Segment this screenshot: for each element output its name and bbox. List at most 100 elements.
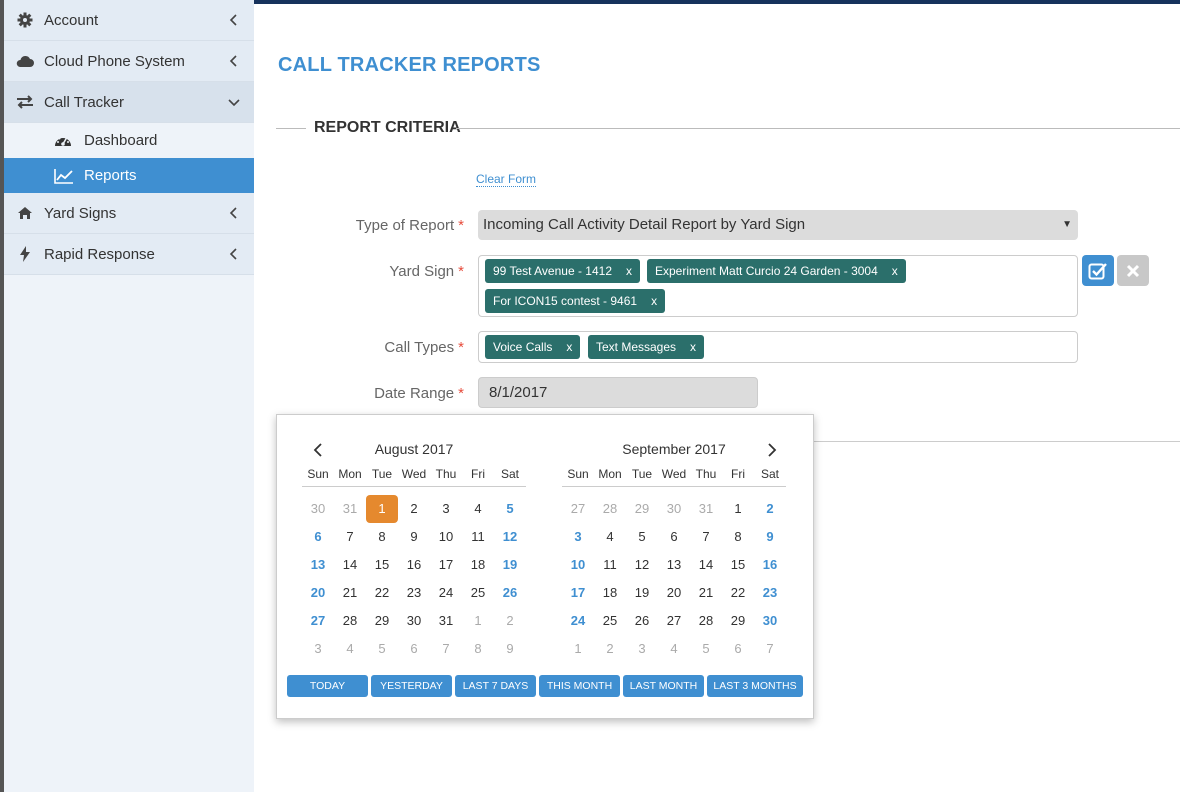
tag-remove-button[interactable]: x [651, 294, 657, 308]
calendar-day[interactable]: 31 [334, 495, 366, 523]
tag-remove-button[interactable]: x [566, 340, 572, 354]
range-today-button[interactable]: TODAY [287, 675, 368, 697]
calendar-day[interactable]: 18 [462, 551, 494, 579]
calendar-day[interactable]: 7 [754, 635, 786, 663]
calendar-day[interactable]: 29 [366, 607, 398, 635]
calendar-day[interactable]: 13 [658, 551, 690, 579]
calendar-day[interactable]: 19 [494, 551, 526, 579]
calendar-day[interactable]: 6 [658, 523, 690, 551]
calendar-day[interactable]: 19 [626, 579, 658, 607]
calendar-day[interactable]: 25 [594, 607, 626, 635]
calendar-day[interactable]: 6 [722, 635, 754, 663]
calendar-day[interactable]: 3 [626, 635, 658, 663]
calendar-day[interactable]: 4 [334, 635, 366, 663]
calendar-day[interactable]: 7 [690, 523, 722, 551]
calendar-day[interactable]: 30 [754, 607, 786, 635]
calendar-day[interactable]: 27 [562, 495, 594, 523]
calendar-day[interactable]: 8 [722, 523, 754, 551]
calendar-day[interactable]: 20 [302, 579, 334, 607]
date-range-input[interactable]: 8/1/2017 [478, 377, 758, 408]
calendar-day[interactable]: 13 [302, 551, 334, 579]
calendar-day[interactable]: 5 [690, 635, 722, 663]
calendar-day[interactable]: 3 [302, 635, 334, 663]
calendar-day[interactable]: 29 [722, 607, 754, 635]
tag-remove-button[interactable]: x [892, 264, 898, 278]
calendar-day[interactable]: 7 [430, 635, 462, 663]
tag-remove-button[interactable]: x [626, 264, 632, 278]
calendar-day[interactable]: 6 [302, 523, 334, 551]
range-yesterday-button[interactable]: YESTERDAY [371, 675, 452, 697]
calendar-day[interactable]: 31 [690, 495, 722, 523]
calendar-day[interactable]: 8 [462, 635, 494, 663]
calendar-day[interactable]: 14 [690, 551, 722, 579]
calendar-day[interactable]: 21 [690, 579, 722, 607]
calendar-day[interactable]: 5 [626, 523, 658, 551]
range-last-month-button[interactable]: LAST MONTH [623, 675, 704, 697]
calendar-day[interactable]: 1 [462, 607, 494, 635]
calendar-day[interactable]: 11 [594, 551, 626, 579]
calendar-day[interactable]: 16 [754, 551, 786, 579]
calendar-day[interactable]: 30 [658, 495, 690, 523]
select-all-button[interactable] [1082, 255, 1114, 286]
calendar-day[interactable]: 9 [494, 635, 526, 663]
calendar-day[interactable]: 24 [430, 579, 462, 607]
range-this-month-button[interactable]: THIS MONTH [539, 675, 620, 697]
range-last-7-days-button[interactable]: LAST 7 DAYS [455, 675, 536, 697]
calendar-day[interactable]: 2 [594, 635, 626, 663]
calendar-day[interactable]: 11 [462, 523, 494, 551]
calendar-day[interactable]: 3 [562, 523, 594, 551]
calendar-day[interactable]: 1 [562, 635, 594, 663]
calendar-day[interactable]: 2 [398, 495, 430, 523]
calendar-day[interactable]: 3 [430, 495, 462, 523]
sidebar-item-yard-signs[interactable]: Yard Signs [4, 193, 254, 234]
calendar-day[interactable]: 4 [594, 523, 626, 551]
calendar-day[interactable]: 5 [494, 495, 526, 523]
calendar-day[interactable]: 4 [462, 495, 494, 523]
calendar-day[interactable]: 12 [626, 551, 658, 579]
tag-remove-button[interactable]: x [690, 340, 696, 354]
sidebar-item-call-tracker[interactable]: Call Tracker [4, 82, 254, 123]
calendar-day[interactable]: 23 [398, 579, 430, 607]
calendar-day[interactable]: 14 [334, 551, 366, 579]
calendar-day[interactable]: 22 [722, 579, 754, 607]
calendar-day[interactable]: 31 [430, 607, 462, 635]
sidebar-item-rapid-response[interactable]: Rapid Response [4, 234, 254, 275]
calendar-day[interactable]: 30 [302, 495, 334, 523]
calendar-day[interactable]: 9 [398, 523, 430, 551]
calendar-day[interactable]: 27 [302, 607, 334, 635]
calendar-day[interactable]: 28 [334, 607, 366, 635]
calendar-day[interactable]: 16 [398, 551, 430, 579]
calendar-day[interactable]: 7 [334, 523, 366, 551]
calendar-day[interactable]: 24 [562, 607, 594, 635]
calendar-day[interactable]: 23 [754, 579, 786, 607]
calendar-day[interactable]: 2 [494, 607, 526, 635]
calendar-day[interactable]: 12 [494, 523, 526, 551]
clear-selection-button[interactable] [1117, 255, 1149, 286]
type-of-report-select[interactable]: Incoming Call Activity Detail Report by … [478, 210, 1078, 240]
calendar-day[interactable]: 15 [366, 551, 398, 579]
calendar-day[interactable]: 6 [398, 635, 430, 663]
calendar-day[interactable]: 10 [562, 551, 594, 579]
calendar-day[interactable]: 17 [430, 551, 462, 579]
calendar-day[interactable]: 9 [754, 523, 786, 551]
calendar-day[interactable]: 22 [366, 579, 398, 607]
range-last-3-months-button[interactable]: LAST 3 MONTHS [707, 675, 803, 697]
calendar-day[interactable]: 21 [334, 579, 366, 607]
calendar-day[interactable]: 29 [626, 495, 658, 523]
sidebar-subitem-reports[interactable]: Reports [4, 158, 254, 193]
clear-form-link[interactable]: Clear Form [476, 172, 537, 187]
calendar-day[interactable]: 15 [722, 551, 754, 579]
calendar-day[interactable]: 27 [658, 607, 690, 635]
calendar-day[interactable]: 20 [658, 579, 690, 607]
calendar-day[interactable]: 17 [562, 579, 594, 607]
yard-sign-tag-input[interactable]: 99 Test Avenue - 1412 x Experiment Matt C… [478, 255, 1078, 317]
calendar-day[interactable]: 18 [594, 579, 626, 607]
sidebar-item-account[interactable]: Account [4, 0, 254, 41]
calendar-day[interactable]: 4 [658, 635, 690, 663]
calendar-day[interactable]: 10 [430, 523, 462, 551]
calendar-day[interactable]: 26 [626, 607, 658, 635]
calendar-day[interactable]: 28 [594, 495, 626, 523]
calendar-day[interactable]: 26 [494, 579, 526, 607]
call-types-tag-input[interactable]: Voice Calls x Text Messages x [478, 331, 1078, 363]
sidebar-subitem-dashboard[interactable]: Dashboard [4, 123, 254, 158]
